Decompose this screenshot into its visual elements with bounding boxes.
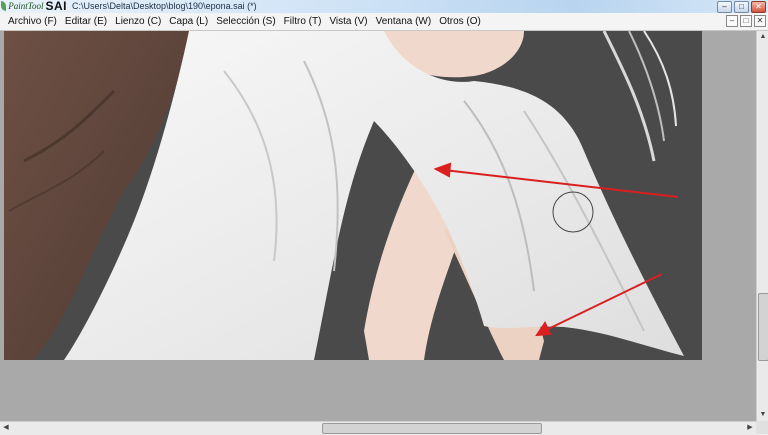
menu-filtro[interactable]: Filtro (T)	[282, 16, 328, 27]
scroll-left-icon[interactable]: ◀	[0, 422, 12, 434]
maximize-button[interactable]: □	[734, 1, 749, 13]
menu-bar: Archivo (F) Editar (E) Lienzo (C) Capa (…	[0, 13, 768, 31]
minimize-button[interactable]: –	[717, 1, 732, 13]
horizontal-scrollbar[interactable]: ◀ ▶	[0, 421, 756, 435]
doc-restore-button[interactable]: □	[740, 15, 752, 27]
vertical-scrollbar[interactable]: ▲ ▼	[756, 31, 768, 421]
window-title: C:\Users\Delta\Desktop\blog\190\epona.sa…	[72, 1, 257, 11]
scroll-right-icon[interactable]: ▶	[744, 422, 756, 434]
logo-text: PaintTool	[8, 1, 44, 11]
hair-highlight	[628, 31, 665, 142]
vertical-scroll-thumb[interactable]	[758, 293, 768, 361]
menu-archivo[interactable]: Archivo (F)	[6, 16, 63, 27]
menu-ventana[interactable]: Ventana (W)	[374, 16, 438, 27]
doc-close-button[interactable]: ✕	[754, 15, 766, 27]
menu-editar[interactable]: Editar (E)	[63, 16, 113, 27]
document-controls: – □ ✕	[726, 15, 766, 27]
menu-lienzo[interactable]: Lienzo (C)	[113, 16, 167, 27]
title-bar: PaintTool SAI C:\Users\Delta\Desktop\blo…	[0, 0, 768, 14]
scroll-up-icon[interactable]: ▲	[757, 31, 768, 43]
menu-otros[interactable]: Otros (O)	[437, 16, 487, 27]
horizontal-scroll-thumb[interactable]	[322, 423, 542, 434]
window-controls: – □ ✕	[717, 1, 766, 13]
main-menu: Archivo (F) Editar (E) Lienzo (C) Capa (…	[6, 13, 487, 30]
menu-seleccion[interactable]: Selección (S)	[214, 16, 281, 27]
workspace	[0, 31, 756, 421]
scroll-down-icon[interactable]: ▼	[757, 409, 768, 421]
close-button[interactable]: ✕	[751, 1, 766, 13]
doc-minimize-button[interactable]: –	[726, 15, 738, 27]
menu-capa[interactable]: Capa (L)	[167, 16, 214, 27]
app-logo: PaintTool SAI	[1, 0, 67, 13]
hair-highlight	[602, 31, 656, 162]
artwork	[4, 31, 684, 360]
scrollbar-corner	[756, 421, 768, 434]
drawing-canvas[interactable]	[4, 31, 702, 360]
menu-vista[interactable]: Vista (V)	[327, 16, 373, 27]
leaf-icon	[1, 1, 7, 11]
logo-brand: SAI	[45, 0, 67, 13]
